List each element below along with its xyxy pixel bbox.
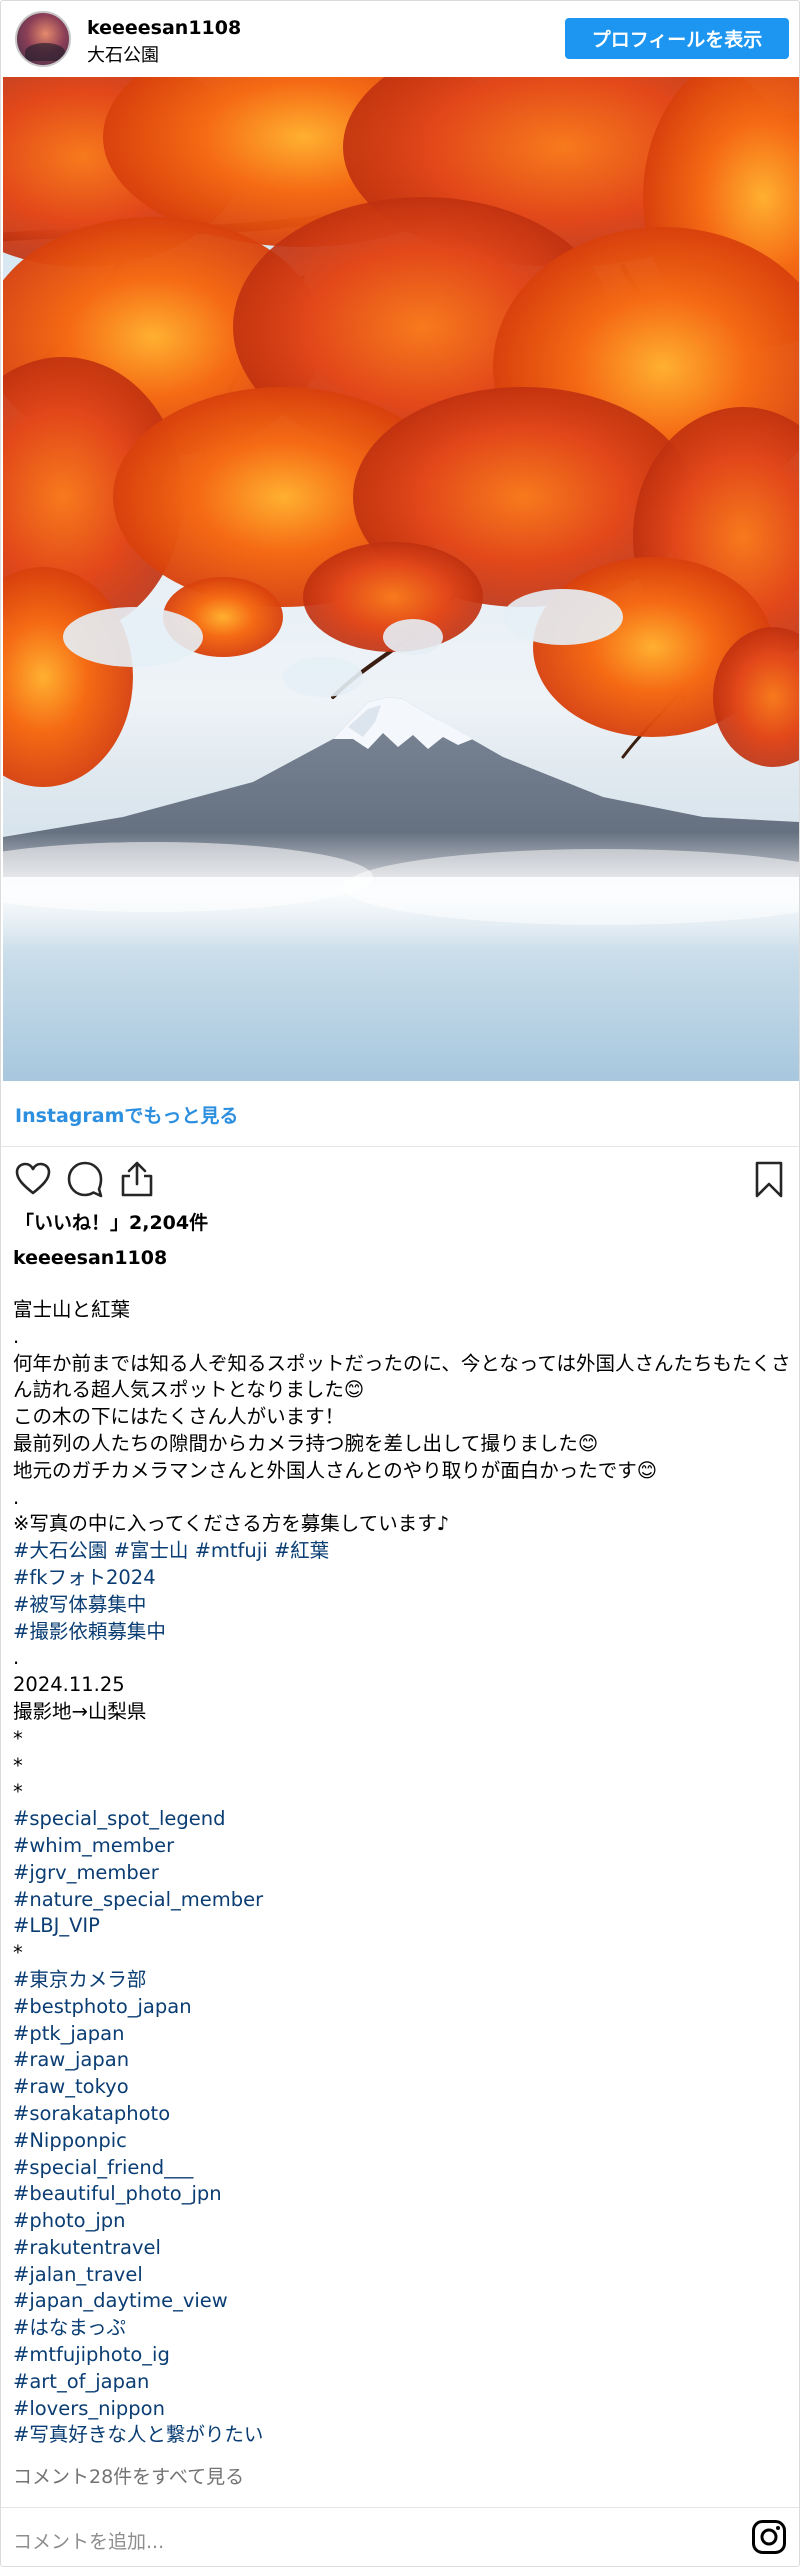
- hashtag-line[interactable]: #lovers_nippon: [13, 2396, 793, 2423]
- divider: [1, 2507, 799, 2508]
- hashtag-line[interactable]: #nature_special_member: [13, 1887, 793, 1914]
- caption-line: ※写真の中に入ってくださる方を募集しています♪: [13, 1512, 450, 1536]
- view-profile-button[interactable]: プロフィールを表示: [565, 18, 789, 59]
- fuji-autumn-photo: [3, 77, 799, 1081]
- hashtag-line[interactable]: #撮影依頼募集中: [13, 1619, 793, 1646]
- hashtag-line[interactable]: #ptk_japan: [13, 2021, 793, 2048]
- caption-line: 富士山と紅葉: [13, 1298, 131, 1321]
- hashtag-line[interactable]: #special_spot_legend: [13, 1806, 793, 1833]
- hashtag-line[interactable]: #art_of_japan: [13, 2369, 793, 2396]
- caption-line: .: [13, 1485, 20, 1509]
- instagram-logo-icon[interactable]: [751, 2519, 787, 2555]
- like-count[interactable]: 「いいね！」2,204件: [15, 1208, 208, 1235]
- caption-line: 撮影地→山梨県: [13, 1699, 147, 1723]
- hashtag-line[interactable]: #大石公園 #富士山 #mtfuji #紅葉: [13, 1538, 793, 1565]
- hashtag-line[interactable]: #photo_jpn: [13, 2208, 793, 2235]
- hashtag-line[interactable]: #japan_daytime_view: [13, 2288, 793, 2315]
- hashtag-line[interactable]: #写真好きな人と繋がりたい: [13, 2422, 793, 2449]
- caption-line: 最前列の人たちの隙間からカメラ持つ腕を差し出して撮りました😊: [13, 1431, 599, 1455]
- header-username[interactable]: keeeesan1108: [87, 17, 241, 39]
- hashtag-line[interactable]: #はなまっぷ: [13, 2315, 793, 2342]
- hashtag-line[interactable]: #jalan_travel: [13, 2262, 793, 2289]
- caption-line: *: [13, 1753, 23, 1777]
- caption-line: 2024.11.25: [13, 1673, 125, 1697]
- bookmark-icon[interactable]: [749, 1159, 789, 1199]
- header-location[interactable]: 大石公園: [87, 41, 159, 67]
- view-all-comments-link[interactable]: コメント28件をすべて見る: [13, 2462, 244, 2489]
- comment-icon[interactable]: [65, 1159, 105, 1199]
- caption-username[interactable]: keeeesan1108: [13, 1247, 167, 1269]
- caption-line: *: [13, 1941, 23, 1965]
- caption-line: 何年か前までは知る人ぞ知るスポットだったのに、今となっては外国人さんたちもたくさ…: [13, 1351, 791, 1402]
- heart-icon[interactable]: [13, 1159, 53, 1199]
- hashtag-line[interactable]: #whim_member: [13, 1833, 793, 1860]
- caption-line: 地元のガチカメラマンさんと外国人さんとのやり取りが面白かったです😊: [13, 1458, 658, 1482]
- hashtag-line[interactable]: #Nipponpic: [13, 2128, 793, 2155]
- caption-line: *: [13, 1726, 23, 1750]
- hashtag-line[interactable]: #rakutentravel: [13, 2235, 793, 2262]
- avatar[interactable]: [15, 11, 71, 67]
- post-photo[interactable]: [3, 77, 799, 1081]
- hashtag-line[interactable]: #beautiful_photo_jpn: [13, 2181, 793, 2208]
- hashtag-line[interactable]: #bestphoto_japan: [13, 1994, 793, 2021]
- hashtag-line[interactable]: #sorakataphoto: [13, 2101, 793, 2128]
- caption-text: 富士山と紅葉. 何年か前までは知る人ぞ知るスポットだったのに、今となっては外国人さ…: [13, 1297, 793, 2449]
- hashtag-line[interactable]: #raw_tokyo: [13, 2074, 793, 2101]
- hashtag-line[interactable]: #LBJ_VIP: [13, 1913, 793, 1940]
- hashtag-line[interactable]: #jgrv_member: [13, 1860, 793, 1887]
- divider: [1, 1146, 799, 1147]
- hashtag-line[interactable]: #被写体募集中: [13, 1592, 793, 1619]
- caption-line: .: [13, 1646, 20, 1670]
- hashtag-line[interactable]: #special_friend___: [13, 2155, 793, 2182]
- hashtag-line[interactable]: #raw_japan: [13, 2047, 793, 2074]
- comment-input[interactable]: コメントを追加...: [13, 2527, 164, 2554]
- hashtag-line[interactable]: #fkフォト2024: [13, 1565, 793, 1592]
- hashtag-line[interactable]: #mtfujiphoto_ig: [13, 2342, 793, 2369]
- post-header: keeeesan1108 大石公園 プロフィールを表示: [1, 1, 799, 77]
- caption-line: *: [13, 1780, 23, 1804]
- caption-line: .: [13, 1324, 20, 1348]
- share-icon[interactable]: [117, 1159, 157, 1199]
- hashtag-line[interactable]: #東京カメラ部: [13, 1967, 793, 1994]
- caption-line: この木の下にはたくさん人がいます！: [13, 1405, 345, 1429]
- instagram-embed-card: keeeesan1108 大石公園 プロフィールを表示 Instagramでもっ…: [0, 0, 800, 2567]
- more-on-instagram-link[interactable]: Instagramでもっと見る: [15, 1101, 238, 1128]
